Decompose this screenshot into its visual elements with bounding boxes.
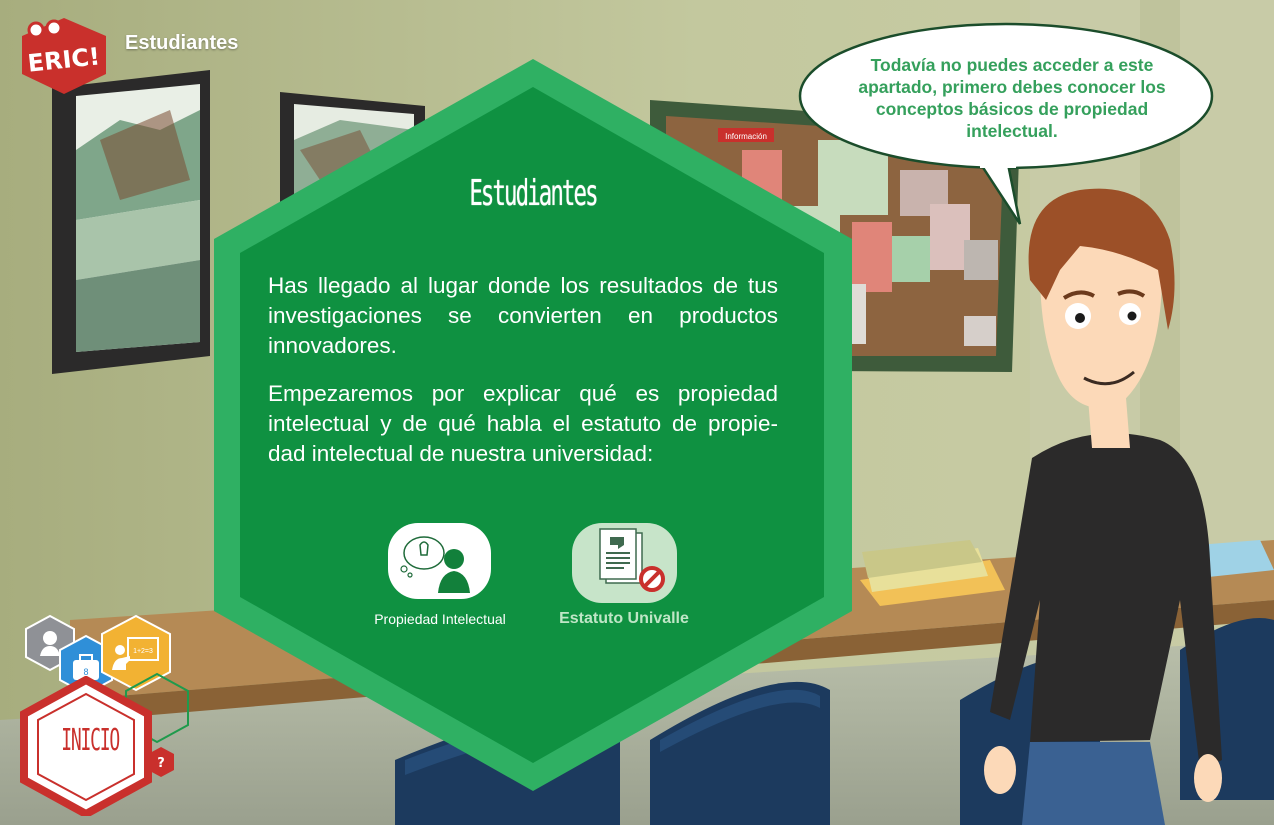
help-icon: ? — [148, 747, 174, 777]
painting-left — [52, 70, 210, 374]
propiedad-intelectual-button[interactable]: Propiedad Intelectual — [374, 523, 506, 633]
explanation-paragraph: Empezaremos por explicar qué es propieda… — [268, 381, 778, 466]
bubble-message: Todavía no puedes acceder a este apartad… — [858, 55, 1166, 141]
eric-logo[interactable]: ERIC! — [14, 16, 114, 96]
idea-person-icon — [388, 523, 491, 599]
app-title: Estudiantes — [125, 32, 239, 54]
document-prohibited-icon — [572, 523, 677, 603]
help-button[interactable]: ? — [146, 746, 176, 778]
info-hexagon-panel: Estudiantes Has llegado al lugar donde l… — [210, 57, 856, 793]
svg-text:?: ? — [157, 756, 165, 771]
panel-title: Estudiantes — [469, 173, 598, 214]
svg-text:1+2=3: 1+2=3 — [133, 648, 153, 655]
estatuto-univalle-label: Estatuto Univalle — [559, 610, 689, 627]
intro-paragraph: Has llegado al lugar donde los resultado… — [268, 273, 778, 358]
classroom-scene: Información ERIC! Estudiantes Todavía no… — [0, 0, 1274, 825]
home-label: INICIO — [61, 723, 120, 758]
estatuto-univalle-button[interactable]: Estatuto Univalle — [559, 523, 689, 633]
propiedad-intelectual-label: Propiedad Intelectual — [374, 611, 506, 627]
